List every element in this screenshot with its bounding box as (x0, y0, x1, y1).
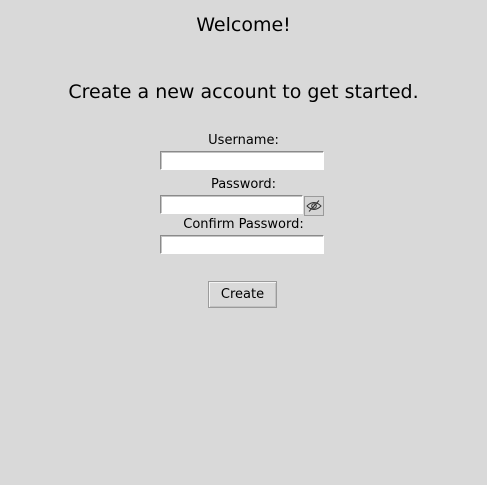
create-button[interactable]: Create (208, 281, 277, 308)
create-account-window: Welcome! Create a new account to get sta… (0, 0, 487, 485)
username-input[interactable] (160, 151, 324, 170)
welcome-heading: Welcome! (196, 14, 291, 36)
confirm-password-input[interactable] (160, 235, 324, 254)
toggle-password-visibility-button[interactable] (304, 196, 324, 216)
password-input[interactable] (160, 195, 303, 214)
confirm-password-label: Confirm Password: (183, 217, 304, 232)
password-label: Password: (210, 177, 277, 192)
create-account-subtitle: Create a new account to get started. (68, 81, 419, 103)
username-label: Username: (208, 133, 279, 148)
eye-slash-icon (306, 200, 322, 212)
